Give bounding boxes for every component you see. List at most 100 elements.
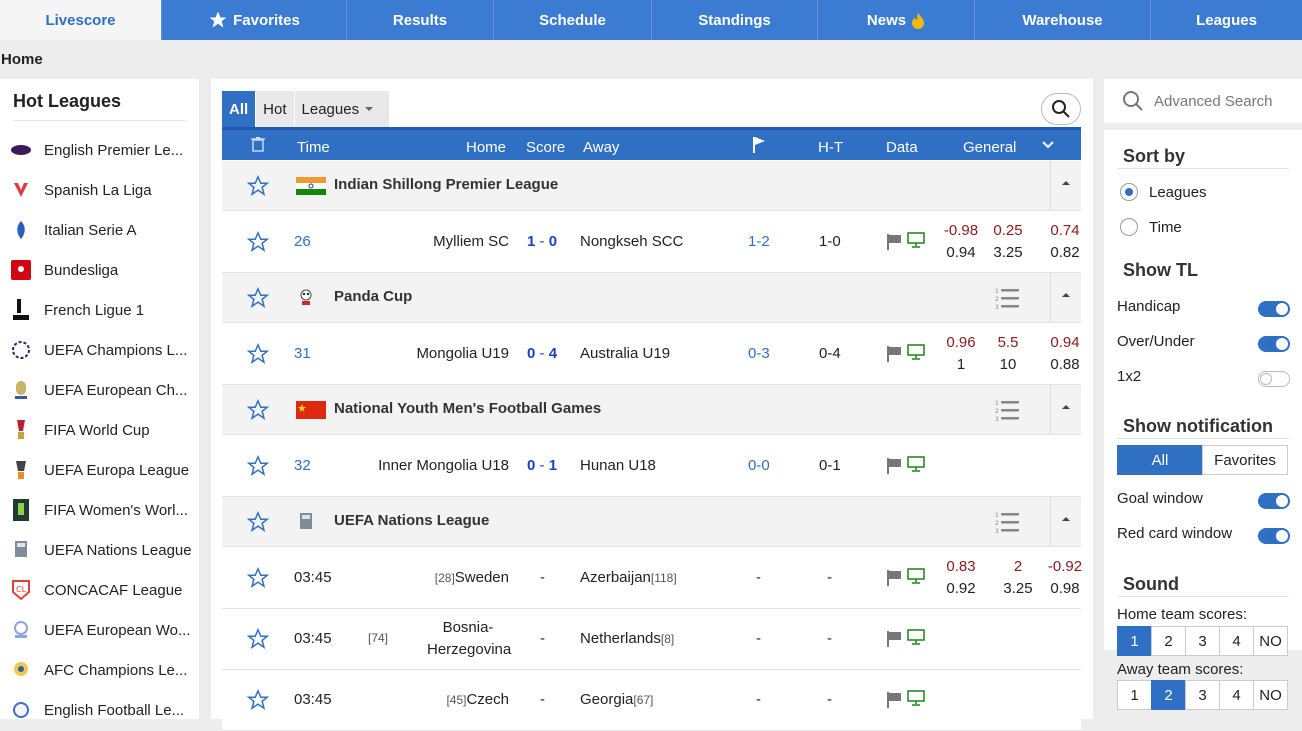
score[interactable]: 0 - 4 — [527, 345, 557, 362]
tab-leagues[interactable]: Leagues — [1151, 0, 1302, 40]
home-team[interactable]: Bosnia- — [427, 619, 509, 636]
tv-icon[interactable] — [907, 343, 925, 361]
league-item[interactable]: UEFA Champions L... — [0, 330, 199, 370]
sort-time-radio[interactable] — [1120, 218, 1138, 236]
league-item[interactable]: CL CONCACAF League — [0, 570, 199, 610]
match-row[interactable]: 32 Inner Mongolia U18 0 - 1 Hunan U18 0-… — [222, 436, 1081, 497]
league-item[interactable]: AFC Champions Le... — [0, 650, 199, 690]
match-row[interactable]: 03:45 [28]Sweden - Azerbaijan[118] - - 0… — [222, 548, 1082, 609]
home-team[interactable]: [45]Czech — [446, 691, 509, 708]
home-sound-4[interactable]: 4 — [1219, 626, 1254, 656]
filter-leagues-dropdown[interactable]: Leagues — [294, 91, 391, 127]
tv-icon[interactable] — [907, 231, 925, 249]
flag-icon[interactable] — [886, 630, 902, 648]
tab-standings[interactable]: Standings — [652, 0, 818, 40]
home-team[interactable]: Inner Mongolia U18 — [378, 457, 509, 474]
tv-icon[interactable] — [907, 455, 925, 473]
home-sound-1[interactable]: 1 — [1117, 626, 1152, 656]
home-team[interactable]: [28]Sweden — [435, 569, 509, 586]
star-outline-icon[interactable] — [247, 399, 269, 421]
home-team[interactable]: Mylliem SC — [433, 233, 509, 250]
collapse-toggle[interactable] — [1050, 273, 1081, 323]
over-under-toggle[interactable] — [1258, 336, 1290, 352]
score[interactable]: 0 - 1 — [527, 457, 557, 474]
away-sound-3[interactable]: 3 — [1185, 680, 1220, 710]
flag-icon[interactable] — [886, 691, 902, 709]
league-item[interactable]: UEFA European Ch... — [0, 370, 199, 410]
home-team-line2[interactable]: Herzegovina — [427, 641, 511, 658]
tab-livescore[interactable]: Livescore — [0, 0, 162, 40]
search-button[interactable] — [1041, 93, 1081, 125]
away-team[interactable]: Nongkseh SCC — [580, 233, 683, 250]
league-item[interactable]: FIFA Women's Worl... — [0, 490, 199, 530]
flag-icon[interactable] — [886, 345, 902, 363]
red-card-window-toggle[interactable] — [1258, 528, 1290, 544]
tab-favorites[interactable]: Favorites — [162, 0, 347, 40]
1x2-toggle[interactable] — [1258, 371, 1290, 387]
tab-results[interactable]: Results — [347, 0, 494, 40]
match-row[interactable]: 03:45 [74] Bosnia- Herzegovina - Netherl… — [222, 609, 1081, 670]
filter-all[interactable]: All — [222, 91, 257, 127]
star-outline-icon[interactable] — [247, 567, 269, 589]
away-team[interactable]: Georgia[67] — [580, 691, 653, 708]
standings-list-icon[interactable]: 123 — [995, 398, 1019, 422]
star-outline-icon[interactable] — [247, 511, 269, 533]
league-item[interactable]: Bundesliga — [0, 250, 199, 290]
away-team[interactable]: Azerbaijan[118] — [580, 569, 677, 586]
star-outline-icon[interactable] — [247, 231, 269, 253]
match-row[interactable]: 03:45 [45]Czech - Georgia[67] - - — [222, 670, 1081, 731]
away-team[interactable]: Hunan U18 — [580, 457, 656, 474]
league-item[interactable]: Italian Serie A — [0, 210, 199, 250]
away-sound-no[interactable]: NO — [1253, 680, 1288, 710]
tv-icon[interactable] — [907, 628, 925, 646]
filter-hot[interactable]: Hot — [256, 91, 295, 127]
notif-all-button[interactable]: All — [1117, 445, 1203, 475]
chevron-down-icon[interactable] — [1041, 139, 1055, 151]
home-sound-3[interactable]: 3 — [1185, 626, 1220, 656]
tv-icon[interactable] — [907, 567, 925, 585]
tab-news[interactable]: News — [818, 0, 975, 40]
away-team[interactable]: Australia U19 — [580, 345, 670, 362]
flag-icon[interactable] — [886, 457, 902, 475]
league-item[interactable]: French Ligue 1 — [0, 290, 199, 330]
advanced-search[interactable]: Advanced Search — [1104, 79, 1302, 123]
flag-icon[interactable] — [886, 569, 902, 587]
collapse-toggle[interactable] — [1050, 161, 1081, 211]
league-item[interactable]: UEFA Europa League — [0, 450, 199, 490]
star-outline-icon[interactable] — [247, 175, 269, 197]
away-sound-1[interactable]: 1 — [1117, 680, 1152, 710]
star-outline-icon[interactable] — [247, 455, 269, 477]
standings-list-icon[interactable]: 123 — [995, 510, 1019, 534]
match-row[interactable]: 26 Mylliem SC 1 - 0 Nongkseh SCC 1-2 1-0… — [222, 212, 1081, 273]
trash-icon[interactable] — [250, 136, 266, 152]
league-item[interactable]: Spanish La Liga — [0, 170, 199, 210]
handicap-toggle[interactable] — [1258, 301, 1290, 317]
star-outline-icon[interactable] — [247, 689, 269, 711]
tv-icon[interactable] — [907, 689, 925, 707]
star-outline-icon[interactable] — [247, 287, 269, 309]
away-team[interactable]: Netherlands[8] — [580, 630, 674, 647]
flag-icon[interactable] — [886, 233, 902, 251]
star-outline-icon[interactable] — [247, 628, 269, 650]
goal-window-toggle[interactable] — [1258, 493, 1290, 509]
notif-favorites-button[interactable]: Favorites — [1202, 445, 1288, 475]
away-sound-4[interactable]: 4 — [1219, 680, 1254, 710]
collapse-toggle[interactable] — [1050, 497, 1081, 547]
tab-warehouse[interactable]: Warehouse — [975, 0, 1151, 40]
away-sound-2[interactable]: 2 — [1151, 680, 1186, 710]
match-row[interactable]: 31 Mongolia U19 0 - 4 Australia U19 0-3 … — [222, 324, 1081, 385]
league-item[interactable]: English Premier Le... — [0, 130, 199, 170]
home-sound-2[interactable]: 2 — [1151, 626, 1186, 656]
sort-leagues-radio[interactable] — [1120, 183, 1138, 201]
collapse-toggle[interactable] — [1050, 385, 1081, 435]
league-item[interactable]: UEFA Nations League — [0, 530, 199, 570]
star-outline-icon[interactable] — [247, 343, 269, 365]
league-item[interactable]: FIFA World Cup — [0, 410, 199, 450]
standings-list-icon[interactable]: 123 — [995, 286, 1019, 310]
league-item[interactable]: UEFA European Wo... — [0, 610, 199, 650]
league-item[interactable]: English Football Le... — [0, 690, 199, 730]
score[interactable]: 1 - 0 — [527, 233, 557, 250]
home-sound-no[interactable]: NO — [1253, 626, 1288, 656]
tab-schedule[interactable]: Schedule — [494, 0, 652, 40]
home-team[interactable]: Mongolia U19 — [416, 345, 509, 362]
